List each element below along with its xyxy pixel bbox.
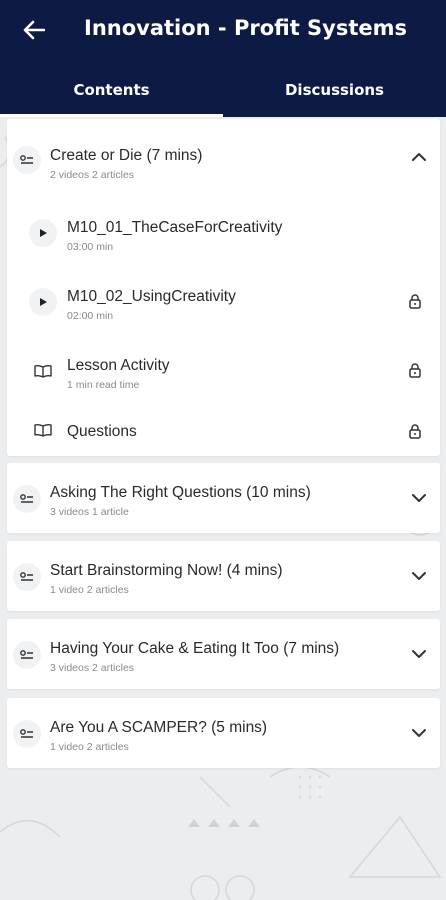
tab-discussions[interactable]: Discussions bbox=[223, 62, 446, 117]
lesson-title: Questions bbox=[67, 423, 137, 440]
section-card: Create or Die (7 mins) 2 videos 2 articl… bbox=[7, 119, 440, 456]
lesson-meta: 02:00 min bbox=[67, 310, 114, 322]
lesson-item[interactable]: Lesson Activity 1 min read time bbox=[7, 335, 440, 403]
module-list-icon bbox=[13, 146, 41, 174]
section-header[interactable]: Start Brainstorming Now! (4 mins) 1 vide… bbox=[7, 541, 440, 611]
section-subtitle: 1 video 2 articles bbox=[50, 741, 129, 753]
lock-icon bbox=[409, 294, 421, 309]
section-subtitle: 3 videos 1 article bbox=[50, 506, 129, 518]
section-header[interactable]: Asking The Right Questions (10 mins) 3 v… bbox=[7, 463, 440, 533]
lesson-title: Lesson Activity bbox=[67, 357, 170, 374]
lesson-title: M10_02_UsingCreativity bbox=[67, 288, 236, 305]
section-header[interactable]: Having Your Cake & Eating It Too (7 mins… bbox=[7, 619, 440, 689]
lesson-title: M10_01_TheCaseForCreativity bbox=[67, 219, 283, 236]
module-list-icon bbox=[13, 563, 41, 591]
app-header: Innovation - Profit Systems Contents Dis… bbox=[0, 0, 446, 117]
chevron-down-icon[interactable] bbox=[410, 567, 428, 585]
arrow-left-icon bbox=[23, 20, 45, 40]
section-header[interactable]: Create or Die (7 mins) 2 videos 2 articl… bbox=[7, 119, 440, 195]
play-icon bbox=[29, 219, 57, 247]
section-title: Asking The Right Questions (10 mins) bbox=[50, 484, 311, 501]
lesson-meta: 1 min read time bbox=[67, 379, 140, 391]
lock-icon bbox=[409, 424, 421, 439]
section-title: Having Your Cake & Eating It Too (7 mins… bbox=[50, 640, 340, 657]
section-subtitle: 3 videos 2 articles bbox=[50, 662, 135, 674]
book-icon bbox=[29, 357, 57, 385]
module-list-icon bbox=[13, 720, 41, 748]
page-title: Innovation - Profit Systems bbox=[84, 16, 408, 40]
chevron-down-icon[interactable] bbox=[410, 724, 428, 742]
back-button[interactable] bbox=[18, 14, 50, 46]
section-title: Create or Die (7 mins) bbox=[50, 147, 203, 164]
course-contents: Create or Die (7 mins) 2 videos 2 articl… bbox=[0, 117, 446, 900]
section-card: Having Your Cake & Eating It Too (7 mins… bbox=[7, 619, 440, 689]
module-list-icon bbox=[13, 485, 41, 513]
section-subtitle: 2 videos 2 articles bbox=[50, 169, 135, 181]
section-card: Asking The Right Questions (10 mins) 3 v… bbox=[7, 463, 440, 533]
play-icon bbox=[29, 288, 57, 316]
chevron-up-icon[interactable] bbox=[410, 148, 428, 166]
lock-icon bbox=[409, 363, 421, 378]
lesson-item[interactable]: M10_01_TheCaseForCreativity 03:00 min bbox=[7, 197, 440, 265]
lesson-item[interactable]: M10_02_UsingCreativity 02:00 min bbox=[7, 266, 440, 334]
lesson-meta: 03:00 min bbox=[67, 241, 114, 253]
tab-bar: Contents Discussions bbox=[0, 62, 446, 117]
book-icon bbox=[29, 416, 57, 444]
section-card: Start Brainstorming Now! (4 mins) 1 vide… bbox=[7, 541, 440, 611]
section-card: Are You A SCAMPER? (5 mins) 1 video 2 ar… bbox=[7, 698, 440, 768]
section-header[interactable]: Are You A SCAMPER? (5 mins) 1 video 2 ar… bbox=[7, 698, 440, 768]
tab-contents[interactable]: Contents bbox=[0, 62, 223, 117]
module-list-icon bbox=[13, 641, 41, 669]
chevron-down-icon[interactable] bbox=[410, 489, 428, 507]
chevron-down-icon[interactable] bbox=[410, 645, 428, 663]
section-title: Start Brainstorming Now! (4 mins) bbox=[50, 562, 283, 579]
section-subtitle: 1 video 2 articles bbox=[50, 584, 129, 596]
section-title: Are You A SCAMPER? (5 mins) bbox=[50, 719, 268, 736]
top-bar: Innovation - Profit Systems bbox=[0, 0, 446, 60]
lesson-item[interactable]: Questions bbox=[7, 404, 440, 456]
